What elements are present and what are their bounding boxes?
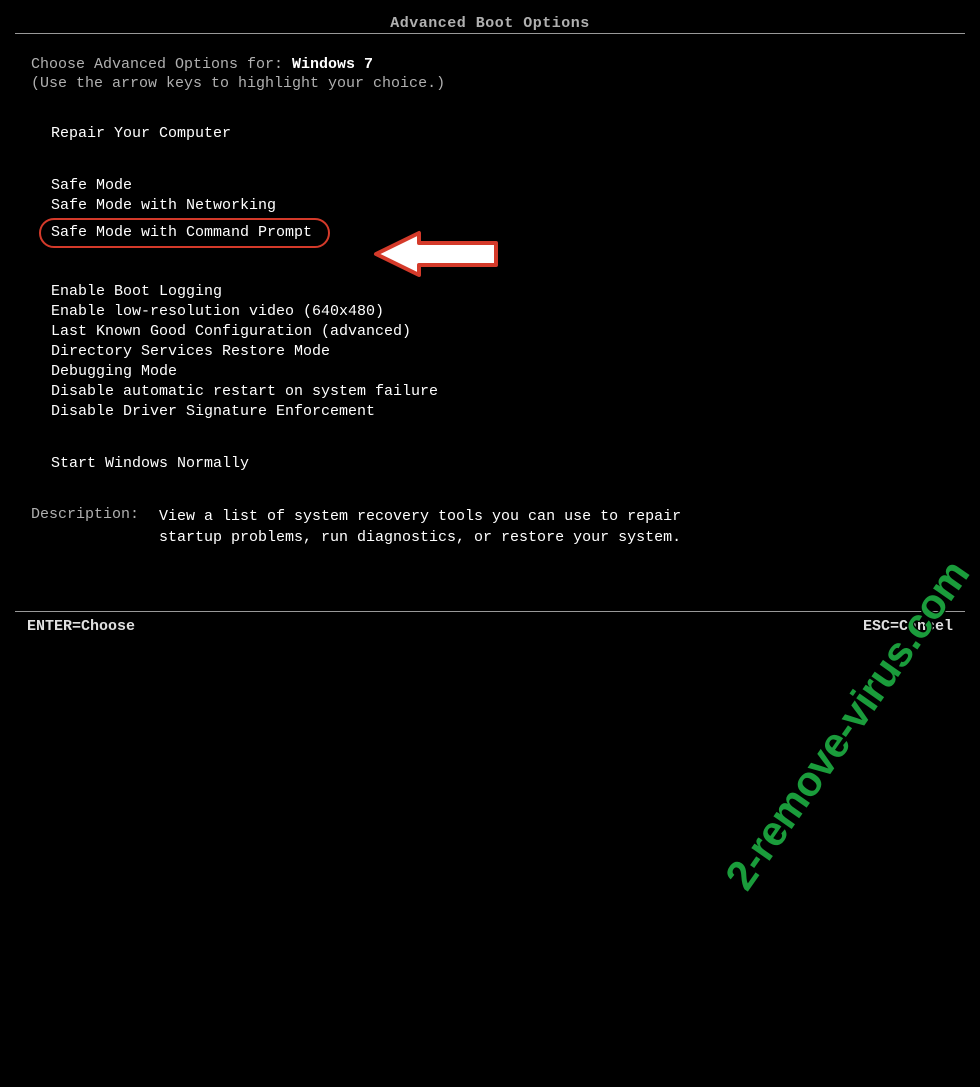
choose-line: Choose Advanced Options for: Windows 7 xyxy=(31,56,949,73)
hint-line: (Use the arrow keys to highlight your ch… xyxy=(31,75,949,92)
menu-item-directory-services[interactable]: Directory Services Restore Mode xyxy=(51,342,949,362)
menu-group-4: Start Windows Normally xyxy=(31,454,949,474)
page-title: Advanced Boot Options xyxy=(1,15,979,32)
menu-group-3: Enable Boot Logging Enable low-resolutio… xyxy=(31,282,949,422)
description-block: Description: View a list of system recov… xyxy=(31,506,949,548)
footer-enter-hint: ENTER=Choose xyxy=(27,618,135,635)
menu-item-disable-restart[interactable]: Disable automatic restart on system fail… xyxy=(51,382,949,402)
description-label: Description: xyxy=(31,506,159,548)
menu-item-debugging[interactable]: Debugging Mode xyxy=(51,362,949,382)
menu-item-safe-mode[interactable]: Safe Mode xyxy=(51,176,949,196)
pointer-arrow-icon xyxy=(371,227,501,286)
menu-group-1: Repair Your Computer xyxy=(31,124,949,144)
os-name: Windows 7 xyxy=(292,56,373,73)
menu-item-repair[interactable]: Repair Your Computer xyxy=(51,124,949,144)
menu-item-disable-driver-sig[interactable]: Disable Driver Signature Enforcement xyxy=(51,402,949,422)
footer: ENTER=Choose ESC=Cancel xyxy=(1,611,979,649)
menu-item-safe-mode-networking[interactable]: Safe Mode with Networking xyxy=(51,196,949,216)
menu-item-start-normally[interactable]: Start Windows Normally xyxy=(51,454,949,474)
choose-label: Choose Advanced Options for: xyxy=(31,56,292,73)
menu-item-low-res[interactable]: Enable low-resolution video (640x480) xyxy=(51,302,949,322)
menu-item-last-known-good[interactable]: Last Known Good Configuration (advanced) xyxy=(51,322,949,342)
menu-item-safe-mode-cmd[interactable]: Safe Mode with Command Prompt xyxy=(39,218,330,248)
description-text: View a list of system recovery tools you… xyxy=(159,506,681,548)
